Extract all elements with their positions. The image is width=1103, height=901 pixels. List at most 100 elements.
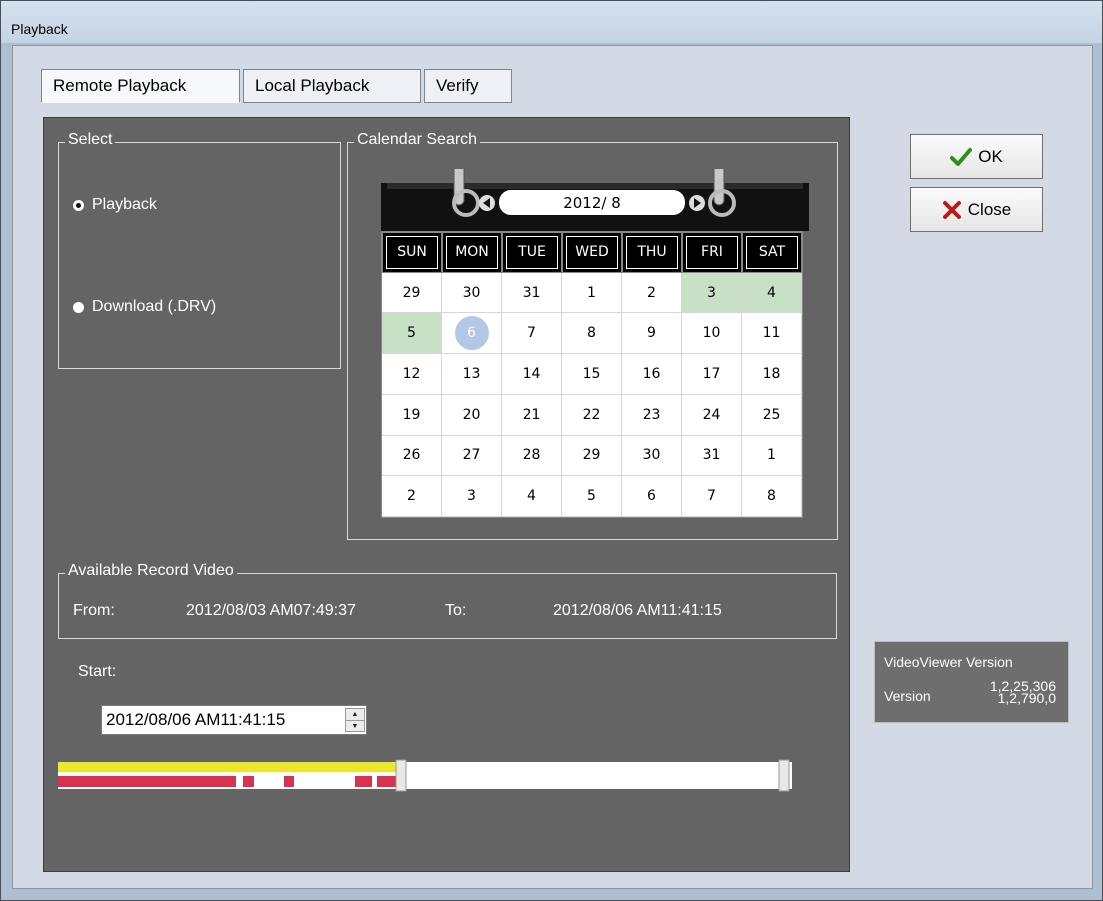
version-value-2: 1,2,790,0: [997, 690, 1056, 706]
weekday-header: MON: [442, 232, 502, 273]
calendar-grid: SUN MON TUE WED THU FRI SAT 29 30 31 1 2 3 4 5 6 7 8 9 10 11…: [381, 231, 803, 518]
calendar-search-title: Calendar Search: [354, 131, 481, 149]
calendar-day-cell[interactable]: 7: [682, 476, 742, 517]
calendar-day-cell[interactable]: 13: [442, 354, 502, 395]
calendar-day-cell[interactable]: 30: [622, 435, 682, 477]
timeline-available-range: [58, 762, 401, 772]
from-label: From:: [73, 602, 115, 619]
calendar-day-cell[interactable]: 30: [442, 272, 502, 314]
weekday-header: TUE: [502, 232, 562, 273]
calendar-day-cell[interactable]: 6: [622, 476, 682, 517]
playback-radio-label: Playback: [92, 196, 157, 213]
to-value: 2012/08/06 AM11:41:15: [553, 602, 722, 619]
tab-remote-playback[interactable]: Remote Playback: [41, 69, 240, 103]
start-time-spinner[interactable]: ▲ ▼: [345, 708, 365, 732]
calendar-day-cell[interactable]: 1: [742, 435, 802, 477]
radio-unchecked-icon: [73, 301, 84, 313]
version-label: Version: [884, 688, 931, 704]
calendar-day-cell[interactable]: 3: [442, 476, 502, 517]
calendar-day-cell[interactable]: 29: [382, 272, 442, 314]
calendar-day-cell[interactable]: 19: [382, 394, 442, 436]
select-group-title: Select: [65, 131, 116, 149]
playback-radio[interactable]: Playback: [73, 196, 157, 214]
calendar-day-cell[interactable]: 5: [562, 476, 622, 517]
spin-up-icon[interactable]: ▲: [346, 709, 364, 721]
calendar-day-cell[interactable]: 21: [502, 394, 562, 436]
spin-down-icon[interactable]: ▼: [346, 721, 364, 732]
calendar-day-cell[interactable]: 3: [682, 272, 742, 314]
calendar-day-cell[interactable]: 2: [382, 476, 442, 517]
calendar-day-cell[interactable]: 6: [442, 313, 502, 355]
calendar-day-cell[interactable]: 25: [742, 394, 802, 436]
calendar-day-cell[interactable]: 24: [682, 394, 742, 436]
timeline-slider[interactable]: [58, 758, 792, 793]
close-x-icon: [942, 200, 961, 219]
close-label: Close: [967, 199, 1012, 219]
calendar-day-cell[interactable]: 4: [502, 476, 562, 517]
calendar-day-cell[interactable]: 5: [382, 313, 442, 355]
version-info-box: VideoViewer Version Version 1,2,25,306 1…: [874, 641, 1069, 723]
checkmark-icon: [950, 147, 973, 166]
timeline-thumb: [395, 759, 407, 792]
version-title: VideoViewer Version: [884, 654, 1013, 670]
prev-month-button[interactable]: [479, 188, 499, 220]
calendar-day-cell[interactable]: 10: [682, 313, 742, 355]
window-title: Playback: [11, 21, 68, 37]
calendar-day-cell[interactable]: 14: [502, 354, 562, 395]
calendar-day-cell[interactable]: 29: [562, 435, 622, 477]
calendar-day-cell[interactable]: 8: [742, 476, 802, 517]
calendar-day-cell[interactable]: 16: [622, 354, 682, 395]
calendar-day-cell[interactable]: 1: [562, 272, 622, 314]
calendar-day-cell[interactable]: 20: [442, 394, 502, 436]
calendar-day-cell[interactable]: 26: [382, 435, 442, 477]
calendar-day-cell[interactable]: 9: [622, 313, 682, 355]
weekday-header: SUN: [382, 232, 442, 273]
title-bar[interactable]: Playback: [1, 1, 1102, 43]
next-month-button[interactable]: [689, 188, 709, 220]
calendar-day-cell[interactable]: 15: [562, 354, 622, 395]
calendar-day-cell[interactable]: 18: [742, 354, 802, 395]
timeline-record-segment: [243, 776, 254, 787]
download-radio[interactable]: Download (.DRV): [73, 298, 216, 316]
ok-button[interactable]: OK: [910, 134, 1043, 179]
to-label: To:: [445, 602, 467, 619]
calendar-day-cell[interactable]: 28: [502, 435, 562, 477]
calendar-month-label: 2012/ 8: [563, 193, 621, 212]
select-group: Select: [58, 131, 341, 369]
tab-local-playback[interactable]: Local Playback: [243, 69, 421, 103]
calendar-day-cell[interactable]: 17: [682, 354, 742, 395]
calendar-day-cell[interactable]: 23: [622, 394, 682, 436]
start-label: Start:: [78, 663, 117, 680]
available-record-title: Available Record Video: [65, 562, 237, 580]
timeline-record-segment: [58, 776, 236, 787]
calendar-day-cell[interactable]: 7: [502, 313, 562, 355]
from-value: 2012/08/03 AM07:49:37: [186, 602, 356, 619]
close-button[interactable]: Close: [910, 187, 1043, 232]
weekday-header: WED: [562, 232, 622, 273]
ok-label: OK: [978, 146, 1003, 166]
calendar-day-cell[interactable]: 11: [742, 313, 802, 355]
calendar-day-cell[interactable]: 8: [562, 313, 622, 355]
download-radio-label: Download (.DRV): [92, 298, 217, 315]
radio-checked-icon: [73, 199, 84, 211]
playback-window: Playback Remote Playback Local Playback …: [0, 0, 1103, 901]
calendar-day-cell[interactable]: 22: [562, 394, 622, 436]
calendar-day-cell[interactable]: 2: [622, 272, 682, 314]
timeline-record-segment: [284, 776, 294, 787]
timeline-record-segment: [377, 776, 398, 787]
timeline-end-marker: [778, 759, 790, 792]
tab-local-playback-label: Local Playback: [255, 76, 370, 95]
calendar-day-cell[interactable]: 27: [442, 435, 502, 477]
calendar-day-cell[interactable]: 31: [682, 435, 742, 477]
start-time-value: 2012/08/06 AM11:41:15: [106, 710, 286, 729]
timeline-record-segment: [355, 776, 372, 787]
tab-verify[interactable]: Verify: [424, 69, 512, 103]
tab-verify-label: Verify: [436, 76, 479, 95]
weekday-header: FRI: [682, 232, 742, 273]
weekday-header: SAT: [742, 232, 802, 273]
calendar-day-cell[interactable]: 4: [742, 272, 802, 314]
calendar-day-cell[interactable]: 12: [382, 354, 442, 395]
tab-remote-playback-label: Remote Playback: [53, 76, 187, 95]
calendar-day-cell[interactable]: 31: [502, 272, 562, 314]
start-time-input[interactable]: 2012/08/06 AM11:41:15 ▲ ▼: [101, 705, 367, 735]
